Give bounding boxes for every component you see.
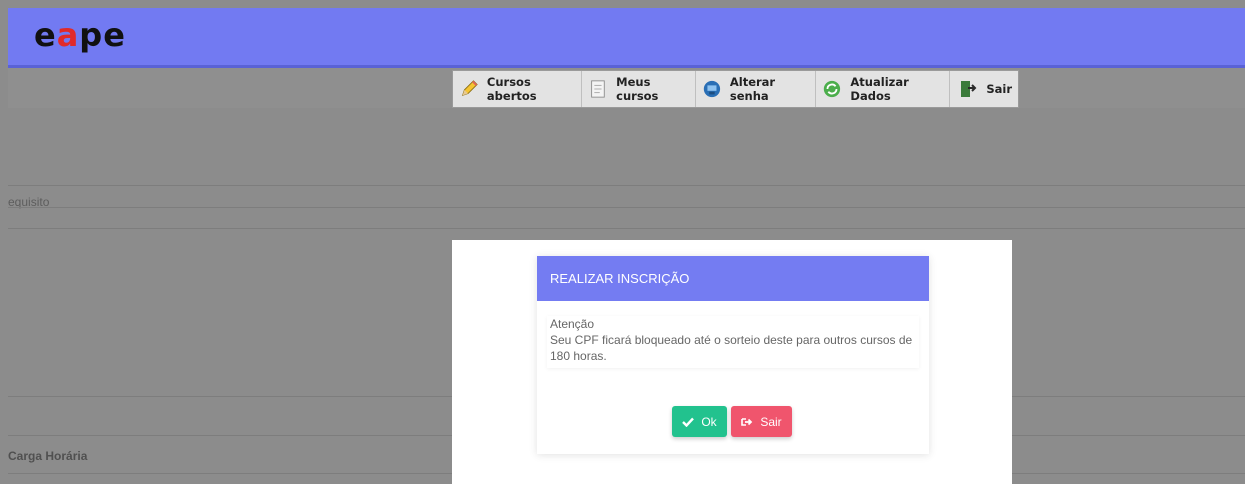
- menu-item-alterar-senha[interactable]: Alterar senha: [696, 71, 817, 107]
- dialog-title: REALIZAR INSCRIÇÃO: [537, 256, 929, 301]
- divider: [8, 207, 1245, 208]
- menu-item-cursos-abertos[interactable]: Cursos abertos: [453, 71, 583, 107]
- menu-item-meus-cursos[interactable]: Meus cursos: [582, 71, 696, 107]
- carga-horaria-label: Carga Horária: [8, 449, 88, 463]
- computer-key-icon: [703, 80, 721, 98]
- pencil-icon: [461, 80, 478, 97]
- modal-backdrop-panel: REALIZAR INSCRIÇÃO Atenção Seu CPF ficar…: [452, 240, 1012, 484]
- check-icon: [682, 417, 695, 427]
- divider: [8, 185, 1245, 186]
- inscription-dialog: REALIZAR INSCRIÇÃO Atenção Seu CPF ficar…: [537, 256, 929, 454]
- menu-item-atualizar-dados[interactable]: Atualizar Dados: [816, 71, 951, 107]
- app-header: eape: [8, 8, 1245, 68]
- divider: [8, 228, 1245, 229]
- top-navbar: Cursos abertos Meus cursos Alterar senha: [8, 68, 1245, 108]
- exit-door-icon: [961, 81, 977, 97]
- eape-logo[interactable]: eape: [34, 16, 126, 54]
- ok-label: Ok: [701, 414, 717, 429]
- menu-item-sair[interactable]: Sair: [950, 71, 1018, 107]
- cancel-label: Sair: [760, 414, 782, 429]
- menu-label: Meus cursos: [616, 75, 659, 103]
- refresh-icon: [824, 80, 841, 98]
- menu-label: Sair: [986, 82, 1012, 96]
- message-title: Atenção: [550, 317, 595, 331]
- main-menu: Cursos abertos Meus cursos Alterar senha: [452, 70, 1019, 108]
- ok-button[interactable]: Ok: [672, 406, 727, 437]
- menu-label: Atualizar Dados: [850, 75, 909, 103]
- menu-label: Alterar senha: [729, 75, 776, 103]
- cancel-button[interactable]: Sair: [731, 406, 792, 437]
- dialog-message: Atenção Seu CPF ficará bloqueado até o s…: [547, 316, 919, 368]
- menu-label: Cursos abertos: [486, 75, 537, 103]
- dialog-buttons: Ok Sair: [672, 406, 792, 437]
- sign-out-icon: [741, 417, 753, 426]
- message-body: Seu CPF ficará bloqueado até o sorteio d…: [550, 333, 913, 363]
- document-icon: [591, 80, 605, 98]
